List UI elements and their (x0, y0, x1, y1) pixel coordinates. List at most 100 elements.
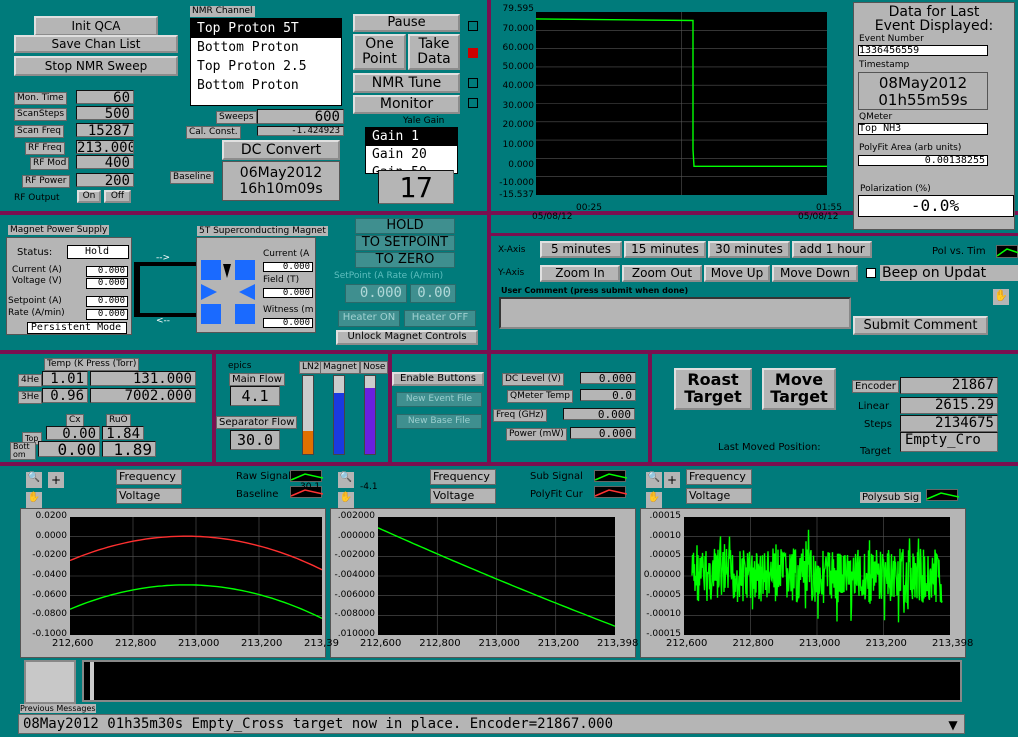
sub-legend-swatch (594, 470, 628, 482)
monitor-button[interactable]: Monitor (353, 95, 460, 114)
param-value[interactable]: 400 (76, 155, 134, 169)
one-point-button[interactable]: One Point (353, 34, 406, 70)
pause-indicator[interactable] (468, 21, 478, 31)
zoom-tool-icon[interactable]: 🔍 (646, 472, 662, 488)
x-5min-button[interactable]: 5 minutes (540, 241, 622, 258)
list-item[interactable]: Gain 20 (366, 146, 457, 164)
event-number-label: Event Number (859, 34, 924, 44)
zoom-in-button[interactable]: Zoom In (540, 265, 620, 282)
hold-setpoint-value[interactable]: 0.000 (345, 284, 407, 303)
sig2-voltage[interactable]: Voltage (430, 488, 496, 504)
status-value: Hold (67, 245, 129, 259)
dc-convert-button[interactable]: DC Convert (222, 140, 340, 160)
y-tick-label: -15.537 (499, 190, 534, 200)
y-tick-label: .00010 (649, 530, 682, 541)
take-data-button[interactable]: Take Data (408, 34, 460, 70)
baseline-date: 06May2012 (239, 165, 323, 181)
list-item[interactable]: Bottom Proton (191, 76, 341, 95)
move-down-button[interactable]: Move Down (772, 265, 858, 282)
setpoint-value[interactable]: 0.000 (86, 296, 128, 307)
chevron-down-icon[interactable]: ▼ (944, 718, 962, 732)
sig1-voltage[interactable]: Voltage (116, 488, 182, 504)
rate-value[interactable]: 0.000 (86, 309, 128, 320)
list-item[interactable]: Top Proton 5T (191, 19, 341, 38)
y-tick-label: 20.000 (502, 120, 535, 130)
list-item[interactable]: Bottom Proton (191, 38, 341, 57)
move-up-button[interactable]: Move Up (704, 265, 770, 282)
param-value[interactable]: 15287 (76, 123, 134, 137)
unlock-magnet-button[interactable]: Unlock Magnet Controls (336, 330, 478, 345)
zoom-tool-icon[interactable]: 🔍 (338, 472, 354, 488)
supercond-panel: 5T Superconducting Magnet Current (A 0.0… (196, 226, 328, 333)
sig3-polysub-label: Polysub Sig (860, 492, 922, 503)
raw-signal-chart[interactable] (69, 517, 323, 635)
beep-checkbox[interactable] (866, 268, 876, 278)
monitor-indicator[interactable] (468, 98, 478, 108)
param-value[interactable]: 213.000 (76, 140, 134, 154)
he3-press: 7002.000 (90, 388, 196, 403)
rf-on-button[interactable]: On (77, 190, 101, 203)
to-setpoint-button[interactable]: TO SETPOINT (355, 235, 455, 251)
nmr-tune-indicator[interactable] (468, 78, 478, 88)
plus-icon[interactable]: + (664, 472, 680, 488)
nmr-channel-list[interactable]: Top Proton 5T Bottom Proton Top Proton 2… (190, 18, 342, 106)
zoom-out-button[interactable]: Zoom Out (622, 265, 702, 282)
hold-rate-value[interactable]: 0.00 (410, 284, 456, 303)
hand-icon[interactable]: ✋ (338, 492, 354, 508)
pause-button[interactable]: Pause (353, 14, 460, 32)
x-add-hour-button[interactable]: add 1 hour (792, 241, 872, 258)
enable-buttons-button[interactable]: Enable Buttons (392, 372, 484, 386)
save-chan-list-button[interactable]: Save Chan List (14, 35, 178, 53)
y-tick-label: 50.000 (502, 62, 535, 72)
last-moved-label: Last Moved Position: (718, 442, 821, 453)
param-value[interactable]: 200 (76, 173, 134, 187)
to-zero-button[interactable]: TO ZERO (355, 252, 455, 268)
rf-off-button[interactable]: Off (104, 190, 131, 203)
list-item[interactable]: Gain 1 (366, 128, 457, 146)
zoom-tool-icon[interactable]: 🔍 (26, 472, 42, 488)
sig1-raw-label: Raw Signal (236, 471, 291, 482)
x-axis-label: X-Axis (498, 245, 526, 255)
hold-button[interactable]: HOLD (355, 218, 455, 234)
qmeter-temp-label: QMeter Temp (507, 390, 573, 403)
polysub-chart[interactable] (684, 517, 950, 635)
x-30min-button[interactable]: 30 minutes (708, 241, 790, 258)
new-event-file-button[interactable]: New Event File (396, 392, 482, 407)
x-tick-label: 00:25 (576, 203, 602, 213)
heater-on-button[interactable]: Heater ON (338, 310, 400, 327)
list-item[interactable]: Top Proton 2.5 (191, 57, 341, 76)
y-tick-label: .00005 (649, 550, 682, 561)
sub-signal-chart[interactable] (377, 517, 616, 635)
nmr-tune-button[interactable]: NMR Tune (353, 73, 460, 93)
param-value[interactable]: 60 (76, 90, 134, 104)
sig1-frequency[interactable]: Frequency (116, 469, 182, 485)
submit-comment-button[interactable]: Submit Comment (853, 316, 988, 335)
heater-off-button[interactable]: Heater OFF (404, 310, 476, 327)
polarization-chart[interactable] (535, 12, 827, 195)
roast-target-button[interactable]: Roast Target (674, 368, 752, 410)
new-base-file-button[interactable]: New Base File (396, 414, 482, 429)
plus-icon[interactable]: + (48, 472, 64, 488)
sig2-frequency[interactable]: Frequency (430, 469, 496, 485)
encoder-value: 21867 (900, 377, 998, 394)
polarization-value: -0.0% (858, 195, 1014, 217)
comment-input[interactable] (499, 297, 851, 329)
yale-gain-list[interactable]: Gain 1 Gain 20 Gain 50 (365, 127, 458, 174)
hand-icon[interactable]: ✋ (26, 492, 42, 508)
sep-flow-value: 30.0 (230, 430, 280, 450)
y-tick-label: -.00010 (646, 609, 681, 620)
sc-witness-label: Witness (m (263, 305, 314, 315)
y-tick-label: 70.000 (502, 24, 535, 34)
stop-nmr-sweep-button[interactable]: Stop NMR Sweep (14, 56, 178, 76)
take-data-indicator[interactable] (468, 48, 478, 58)
hand-icon[interactable]: ✋ (993, 289, 1009, 305)
sig3-frequency[interactable]: Frequency (686, 469, 752, 485)
param-value[interactable]: 500 (76, 106, 134, 120)
init-qca-button[interactable]: Init QCA (34, 16, 158, 36)
x-15min-button[interactable]: 15 minutes (624, 241, 706, 258)
prev-messages-box[interactable] (24, 660, 76, 704)
sig3-voltage[interactable]: Voltage (686, 488, 752, 504)
move-target-button[interactable]: Move Target (762, 368, 836, 410)
hand-icon[interactable]: ✋ (646, 492, 662, 508)
x-tick-label: 213,200 (865, 638, 907, 649)
